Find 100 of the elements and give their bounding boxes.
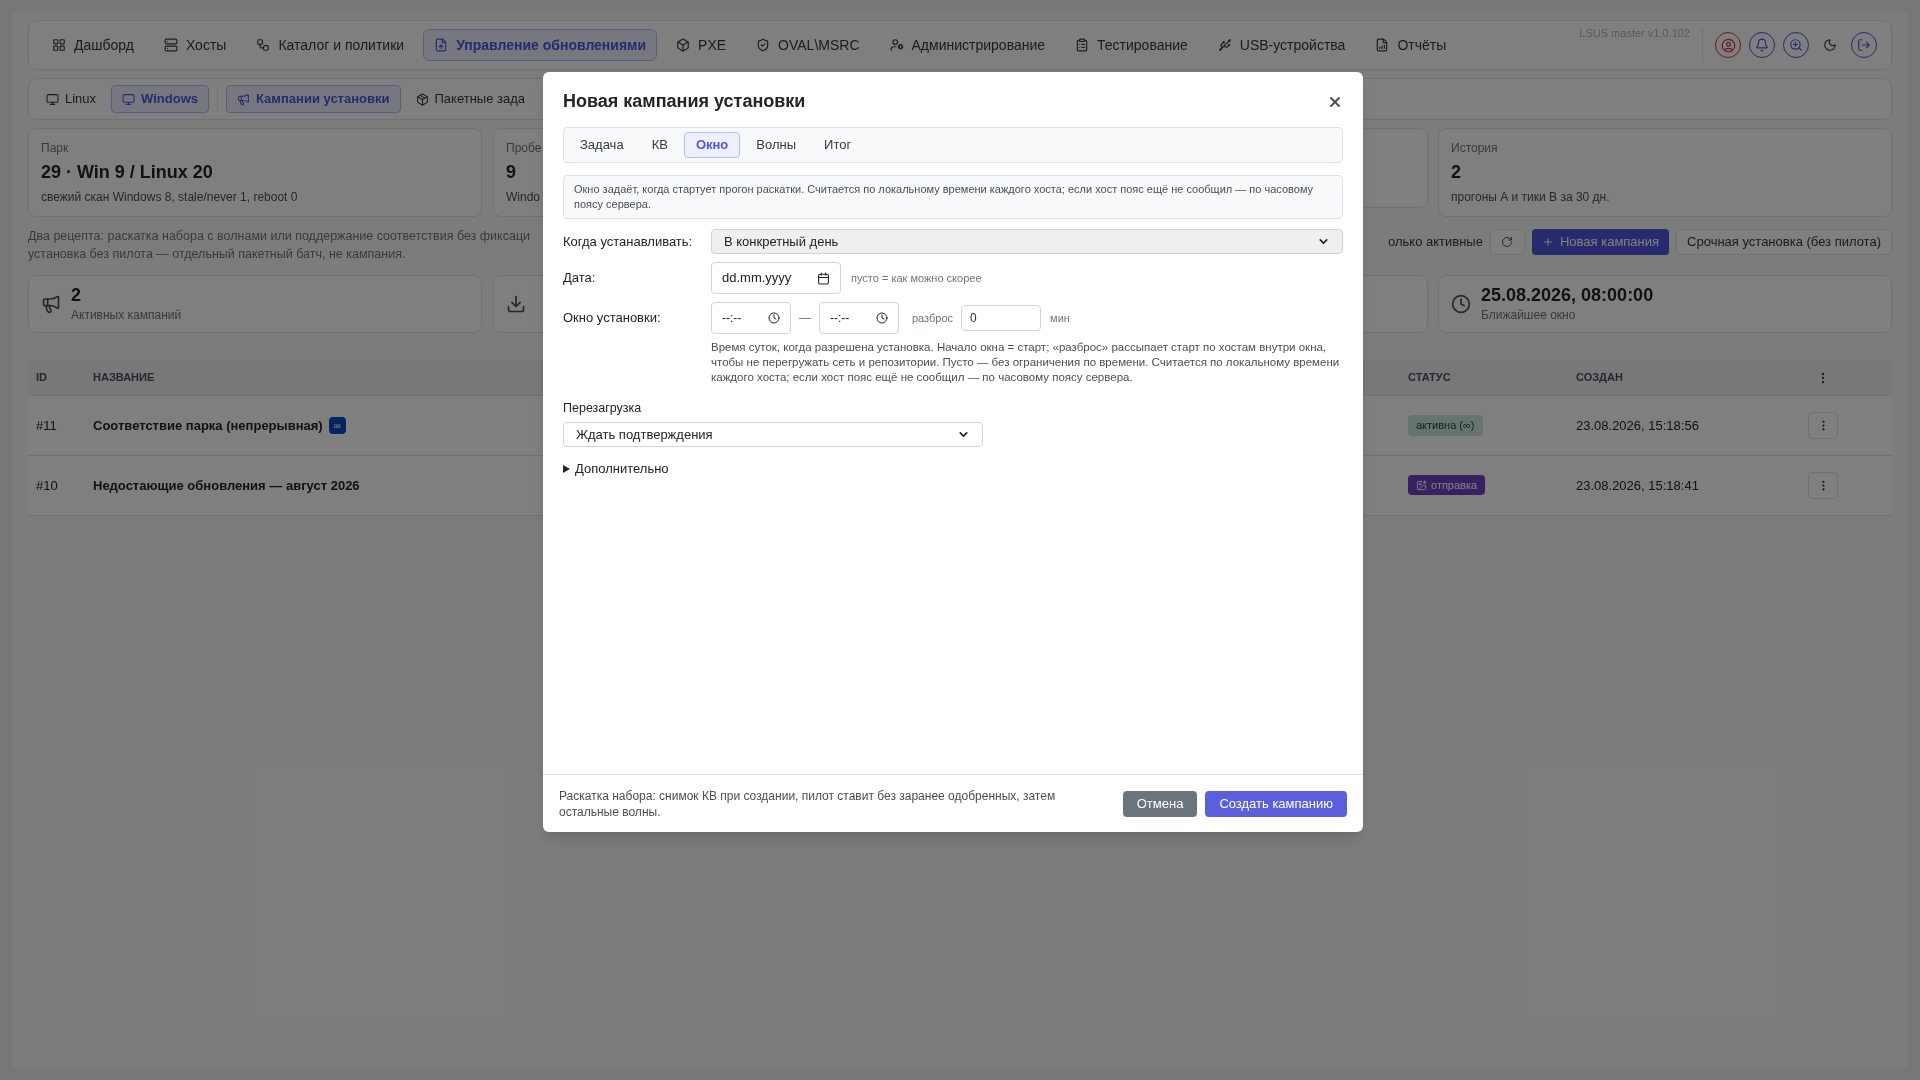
table-cell-text: #11 [35,416,58,435]
usb-icon [1217,38,1232,52]
continuous-badge: ∞ [328,417,346,434]
column-header: НАЗВАНИЕ [93,371,155,384]
refresh-button[interactable] [1489,229,1525,255]
kpi-label: Активных кампаний [71,307,182,324]
nav-tab[interactable]: OVAL\MSRC [745,29,871,61]
nav-tab[interactable]: Администрирование [878,29,1057,61]
create-campaign-button[interactable]: Создать кампанию [1205,790,1347,817]
table-cell-text: #10 [35,476,59,495]
kpi-label: Ближайшее окно [1481,307,1577,324]
kpi-value: 2 [71,284,82,306]
stat-value: 2 [1451,161,1461,184]
nav-tab[interactable]: PXE [665,29,738,61]
description-text: Два рецепта: раскатка набора с волнами или поддержание соответствия без фиксаци [28,228,531,245]
workflow-icon [256,38,271,52]
monitor-icon [122,92,136,106]
monitor-icon [46,92,59,106]
urgent-install-button[interactable]: Срочная установка (без пилота) [1676,229,1892,255]
nav-tab[interactable]: Дашборд [41,29,145,61]
bell-icon [1755,38,1769,52]
time-field[interactable]: --:-- [711,302,791,334]
nav-tab[interactable]: Тестирование [1064,29,1199,61]
description-text: установка без пилота — отдельный пакетный батч, не кампания. [28,246,406,263]
status-badge: активна (∞) [1408,415,1483,436]
nav-tab[interactable]: Отчёты [1364,29,1458,61]
status-badge: отправка [1408,474,1486,496]
filter-label: олько активные [1388,233,1483,252]
stat-label: Парк [41,140,69,157]
logout-icon [1857,38,1871,52]
dialog-tab[interactable]: Итог [812,132,864,158]
section-tab[interactable]: Кампании установки [226,85,401,113]
new-campaign-button[interactable]: Новая кампания [1531,229,1670,255]
grid-icon [52,38,66,52]
clock-icon [1451,294,1471,314]
field-label: Перезагрузка [563,400,642,417]
field-label: разброс [912,310,954,326]
stat-note: свежий скан Windows 8, stale/never 1, reboot 0 [41,189,298,206]
section-tab[interactable]: Пакетные зада [404,85,537,113]
field-label: Когда устанавливать: [563,232,694,251]
footer-note: Раскатка набора: снимок КВ при создании, пилот ставит без заранее одобренных, затем остальные волны. [559,787,1057,820]
column-header: ID [36,371,47,384]
advanced-toggle[interactable]: Дополнительно [563,458,669,479]
shield-icon [756,38,771,52]
cancel-button[interactable]: Отмена [1122,790,1198,817]
spread-field[interactable]: 0 [961,305,1042,331]
campaign-name: Соответствие парка (непрерывная) [93,416,323,435]
triangle-right-icon [563,464,570,473]
unit-label: мин [1050,310,1070,326]
file-upload-icon [434,38,449,52]
megaphone-icon [41,294,61,314]
stat-note: Windo [506,189,540,206]
user-icon [1720,37,1736,53]
search-icon [1789,38,1803,52]
refresh-icon [1501,236,1514,248]
table-cell-text: 23.08.2026, 15:18:56 [1576,416,1700,435]
package-icon [415,92,429,106]
dialog-tab[interactable]: Окно [683,132,741,158]
range-dash: — [799,310,811,327]
stat-value: 29 · Win 9 / Linux 20 [41,161,213,184]
box-icon [676,38,691,52]
field-hint: пусто = как можно скорее [851,270,982,286]
column-header: СТАТУС [1408,371,1451,384]
stat-label: История [1451,140,1498,157]
report-icon [1375,38,1390,52]
user-gear-icon [889,38,904,52]
time-field[interactable]: --:-- [819,302,899,334]
dialog-tab[interactable]: КВ [639,132,680,158]
dialog-title: Новая кампания установки [563,90,806,113]
plus-icon [1541,236,1554,248]
megaphone-icon [237,92,250,106]
download-icon [506,294,526,314]
when-select[interactable]: В конкретный день [711,229,1343,254]
stat-note: прогоны А и тики В за 30 дн. [1451,189,1610,206]
clock-icon [876,312,888,324]
info-note: Окно задаёт, когда стартует прогон раскатки. Считается по локальному времени каждого хоста; если хост пояс ещё не сообщил — по часовому поясу сервера. [563,175,1343,219]
clipboard-icon [1075,38,1090,52]
field-help: Время суток, когда разрешена установка. Начало окна = старт; «разброс» рассыпает старт по хостам внутри окна, чтобы не перегружать сеть и репозитории. Пусто — без ограничения по времени. Считается по локальному времени каждого хоста; если хост пояс ещё не сообщил — по часовому поясу сервера. [711,340,1341,385]
date-field[interactable]: dd.mm.yyyy [711,262,841,294]
nav-tab[interactable]: Управление обновлениями [423,29,658,61]
field-label: Окно установки: [563,309,662,328]
table-cell-text: 23.08.2026, 15:18:41 [1576,476,1700,495]
os-toggle[interactable]: Linux [35,85,108,113]
nav-tab[interactable]: Каталог и политики [245,29,416,61]
nav-tab[interactable]: USB-устройства [1206,29,1357,61]
dialog-tab[interactable]: Волны [744,132,809,158]
reboot-select[interactable]: Ждать подтверждения [563,421,983,447]
stat-value: 9 [506,161,516,184]
column-header: СОЗДАН [1576,371,1623,384]
moon-icon [1823,38,1837,52]
kpi-value: 25.08.2026, 08:00:00 [1481,284,1654,306]
campaign-name: Недостающие обновления — август 2026 [93,476,360,495]
clock-icon [768,312,780,324]
os-toggle[interactable]: Windows [111,85,209,113]
server-icon [163,38,178,52]
nav-tab[interactable]: Хосты [152,29,238,61]
field-label: Дата: [563,269,597,288]
calendar-icon [817,271,830,285]
dialog-tab[interactable]: Задача [568,132,636,158]
stat-label: Пробе [506,140,542,157]
